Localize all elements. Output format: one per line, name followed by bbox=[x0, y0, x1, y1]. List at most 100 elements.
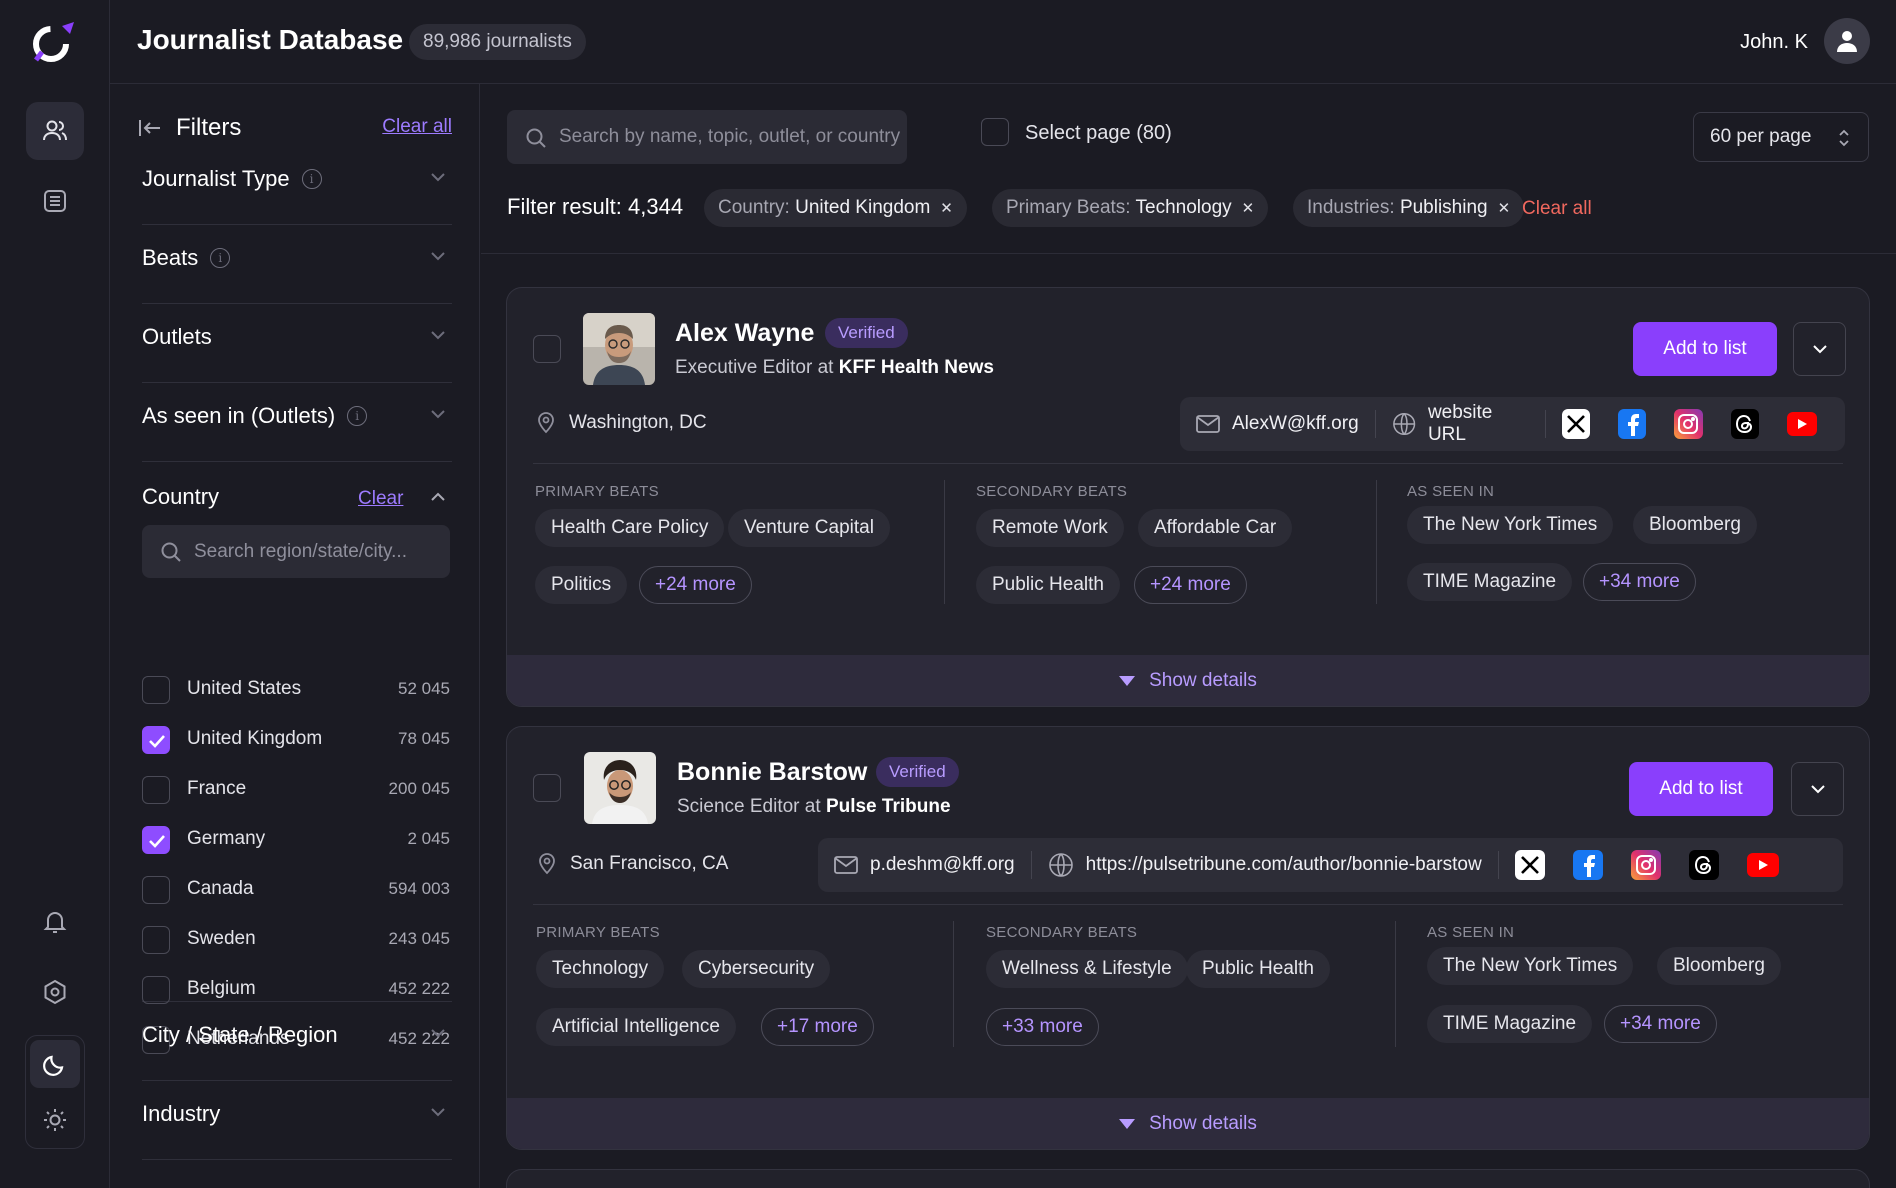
close-icon[interactable]: ✕ bbox=[1498, 200, 1511, 217]
lists-nav-button[interactable] bbox=[26, 172, 84, 230]
country-option[interactable]: Sweden 243 045 bbox=[142, 920, 450, 960]
role-outlet[interactable]: Pulse Tribune bbox=[826, 796, 951, 817]
checkbox-checked[interactable] bbox=[142, 726, 170, 754]
close-icon[interactable]: ✕ bbox=[1242, 200, 1255, 217]
select-page-checkbox[interactable]: Select page (80) bbox=[981, 118, 1172, 146]
more-beats-button[interactable]: +24 more bbox=[639, 566, 752, 604]
show-details-button[interactable]: Show details bbox=[507, 1098, 1869, 1149]
country-clear-link[interactable]: Clear bbox=[358, 488, 403, 510]
role-outlet[interactable]: KFF Health News bbox=[839, 357, 994, 378]
outlet-tag[interactable]: TIME Magazine bbox=[1407, 563, 1573, 601]
close-icon[interactable]: ✕ bbox=[940, 200, 953, 217]
email-link[interactable]: AlexW@kff.org bbox=[1196, 397, 1375, 451]
info-icon[interactable]: i bbox=[301, 169, 322, 189]
filter-beats[interactable]: Beats i bbox=[142, 225, 452, 304]
more-outlets-button[interactable]: +34 more bbox=[1604, 1005, 1717, 1043]
filter-industry[interactable]: Industry bbox=[142, 1081, 452, 1160]
outlet-tag[interactable]: Bloomberg bbox=[1633, 506, 1757, 544]
checkbox[interactable] bbox=[142, 876, 170, 904]
country-search-input[interactable]: Search region/state/city... bbox=[142, 525, 450, 578]
chevron-down-icon bbox=[431, 1029, 445, 1038]
filter-journalist-type[interactable]: Journalist Type i bbox=[142, 146, 452, 225]
filter-chip-primary-beats[interactable]: Primary Beats: Technology ✕ bbox=[992, 189, 1269, 227]
journalist-search-input[interactable]: Search by name, topic, outlet, or countr… bbox=[507, 110, 907, 164]
threads-icon[interactable] bbox=[1688, 850, 1719, 880]
email-link[interactable]: p.deshm@kff.org bbox=[834, 838, 1031, 892]
x-icon[interactable] bbox=[1514, 850, 1545, 880]
outlet-tag[interactable]: The New York Times bbox=[1407, 506, 1614, 544]
outlet-tag[interactable]: The New York Times bbox=[1427, 947, 1634, 985]
beat-tag[interactable]: Public Health bbox=[976, 566, 1120, 604]
more-beats-button[interactable]: +33 more bbox=[986, 1008, 1099, 1046]
app-logo[interactable] bbox=[28, 20, 80, 68]
filter-chip-industries[interactable]: Industries: Publishing ✕ bbox=[1293, 189, 1525, 227]
more-beats-button[interactable]: +17 more bbox=[761, 1008, 874, 1046]
country-option[interactable]: Germany 2 045 bbox=[142, 820, 450, 860]
checkbox[interactable] bbox=[142, 926, 170, 954]
add-to-list-button[interactable]: Add to list bbox=[1629, 762, 1773, 816]
beat-tag[interactable]: Cybersecurity bbox=[682, 950, 831, 988]
facebook-icon[interactable] bbox=[1618, 409, 1647, 439]
outlet-tag[interactable]: Bloomberg bbox=[1657, 947, 1781, 985]
beat-tag[interactable]: Politics bbox=[535, 566, 628, 604]
beat-tag[interactable]: Wellness & Lifestyle bbox=[986, 950, 1188, 988]
info-icon[interactable]: i bbox=[210, 248, 231, 268]
journalist-name[interactable]: Alex Wayne bbox=[675, 319, 814, 348]
instagram-icon[interactable] bbox=[1630, 850, 1661, 880]
country-option[interactable]: Canada 594 003 bbox=[142, 870, 450, 910]
checkbox-checked[interactable] bbox=[142, 826, 170, 854]
website-link[interactable]: website URL bbox=[1392, 397, 1545, 451]
card-menu-button[interactable] bbox=[1793, 322, 1846, 376]
checkbox[interactable] bbox=[142, 776, 170, 804]
filters-clear-all[interactable]: Clear all bbox=[382, 116, 452, 138]
country-option[interactable]: France 200 045 bbox=[142, 770, 450, 810]
outlet-tag[interactable]: TIME Magazine bbox=[1427, 1005, 1593, 1043]
more-outlets-button[interactable]: +34 more bbox=[1583, 563, 1696, 601]
dark-mode-button[interactable] bbox=[30, 1040, 80, 1088]
user-name[interactable]: John. K bbox=[1740, 31, 1808, 54]
journalist-name[interactable]: Bonnie Barstow bbox=[677, 758, 867, 787]
more-beats-button[interactable]: +24 more bbox=[1134, 566, 1247, 604]
beat-tag[interactable]: Public Health bbox=[1186, 950, 1330, 988]
add-to-list-button[interactable]: Add to list bbox=[1633, 322, 1777, 376]
light-mode-button[interactable] bbox=[30, 1096, 80, 1144]
globe-icon bbox=[1392, 412, 1415, 436]
facebook-icon[interactable] bbox=[1572, 850, 1603, 880]
filter-as-seen-in[interactable]: As seen in (Outlets) i bbox=[142, 383, 452, 462]
per-page-select[interactable]: 60 per page bbox=[1693, 112, 1869, 162]
x-icon[interactable] bbox=[1561, 409, 1591, 439]
collapse-panel-icon[interactable] bbox=[138, 118, 162, 138]
country-option[interactable]: United Kingdom 78 045 bbox=[142, 720, 450, 760]
filter-city-state-region[interactable]: City / State / Region bbox=[142, 1002, 452, 1081]
user-avatar[interactable] bbox=[1824, 18, 1870, 64]
card-select-checkbox[interactable] bbox=[533, 335, 561, 363]
journalists-nav-button[interactable] bbox=[26, 102, 84, 160]
checkbox[interactable] bbox=[142, 976, 170, 1004]
filter-chip-country[interactable]: Country: United Kingdom ✕ bbox=[704, 189, 967, 227]
primary-beats-header: PRIMARY BEATS bbox=[535, 483, 659, 500]
instagram-icon[interactable] bbox=[1674, 409, 1703, 439]
info-icon[interactable]: i bbox=[347, 406, 368, 426]
chevron-up-icon[interactable] bbox=[430, 492, 446, 502]
settings-button[interactable] bbox=[26, 963, 84, 1021]
beat-tag[interactable]: Venture Capital bbox=[728, 509, 890, 547]
checkbox[interactable] bbox=[981, 118, 1009, 146]
filter-outlets[interactable]: Outlets bbox=[142, 304, 452, 383]
card-menu-button[interactable] bbox=[1791, 762, 1844, 816]
checkbox[interactable] bbox=[142, 676, 170, 704]
clear-all-filters[interactable]: Clear all bbox=[1522, 198, 1592, 220]
beat-tag[interactable]: Artificial Intelligence bbox=[536, 1008, 736, 1046]
beat-tag[interactable]: Remote Work bbox=[976, 509, 1124, 547]
beat-tag[interactable]: Health Care Policy bbox=[535, 509, 725, 547]
country-option[interactable]: United States 52 045 bbox=[142, 670, 450, 710]
notifications-button[interactable] bbox=[26, 893, 84, 951]
youtube-icon[interactable] bbox=[1746, 853, 1779, 877]
beat-tag[interactable]: Technology bbox=[536, 950, 665, 988]
card-select-checkbox[interactable] bbox=[533, 774, 561, 802]
youtube-icon[interactable] bbox=[1786, 412, 1817, 436]
website-link[interactable]: https://pulsetribune.com/author/bonnie-b… bbox=[1048, 838, 1498, 892]
threads-icon[interactable] bbox=[1730, 409, 1759, 439]
show-details-button[interactable]: Show details bbox=[507, 655, 1869, 706]
country-count: 52 045 bbox=[398, 679, 450, 698]
beat-tag[interactable]: Affordable Car bbox=[1138, 509, 1293, 547]
